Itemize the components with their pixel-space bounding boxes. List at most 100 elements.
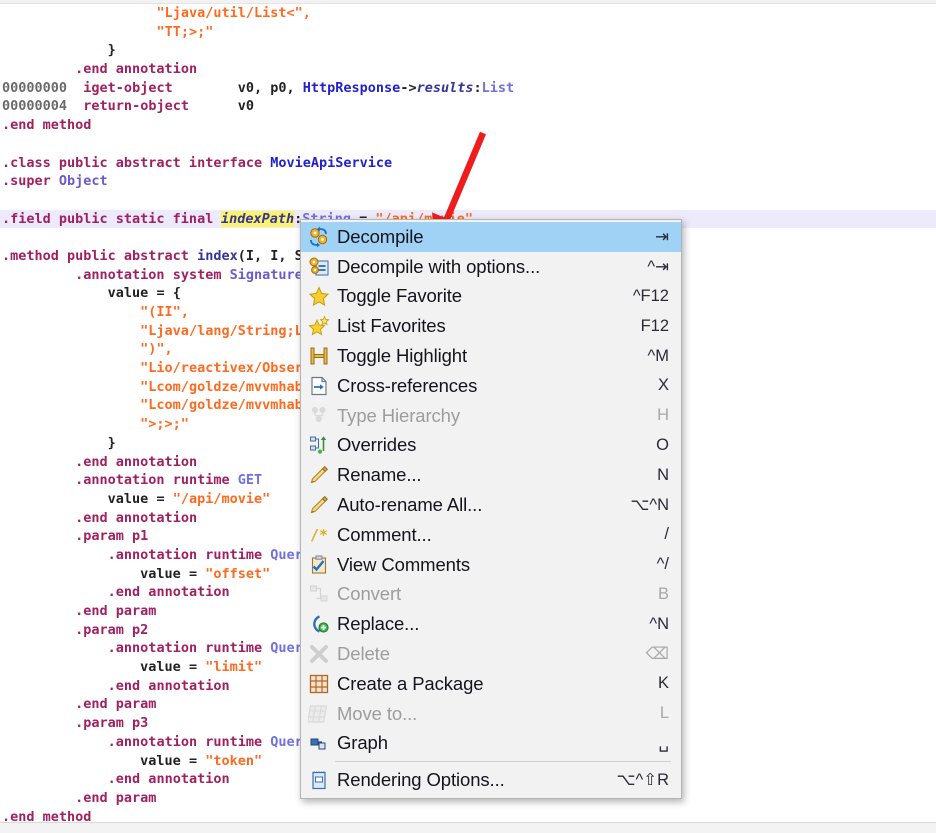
code-token: return-object bbox=[83, 98, 189, 115]
code-token: : bbox=[473, 79, 482, 96]
code-line: .super Object bbox=[0, 172, 936, 191]
menu-item-type-hierarchy: Type Hierarchy H bbox=[301, 401, 681, 431]
code-token: .field public static final bbox=[2, 210, 222, 227]
code-token: ">;>;" bbox=[140, 416, 189, 433]
menu-item-label: Auto-rename All... bbox=[337, 494, 483, 516]
code-token: .class public abstract interface bbox=[2, 154, 271, 171]
delete-icon bbox=[301, 639, 337, 669]
code-token: -> bbox=[400, 79, 417, 96]
code-token: value = bbox=[140, 752, 206, 769]
code-token: .end annotation bbox=[107, 677, 230, 694]
menu-item-replace[interactable]: Replace... ^N bbox=[301, 609, 681, 639]
code-token: .annotation runtime bbox=[75, 472, 238, 489]
code-token: v0, p0, bbox=[237, 79, 303, 96]
menu-item-decompile-with-options[interactable]: Decompile with options... ^⇥ bbox=[301, 252, 681, 282]
code-token: "token" bbox=[205, 752, 263, 769]
menu-item-shortcut: ␣ bbox=[658, 734, 669, 753]
code-token: .end param bbox=[75, 789, 157, 806]
star-list-icon bbox=[301, 311, 337, 341]
menu-item-shortcut: ^F12 bbox=[632, 286, 669, 305]
menu-item-overrides[interactable]: Overrides O bbox=[301, 431, 681, 461]
pencil-icon bbox=[301, 490, 337, 520]
decompile-icon bbox=[301, 222, 337, 252]
code-token: .annotation runtime bbox=[107, 640, 271, 657]
menu-item-cross-references[interactable]: Cross-references X bbox=[301, 371, 681, 401]
menu-item-list-favorites[interactable]: List Favorites F12 bbox=[301, 311, 681, 341]
replace-icon bbox=[301, 609, 337, 639]
code-token: value = { bbox=[107, 285, 181, 302]
highlight-icon bbox=[301, 341, 337, 371]
menu-item-shortcut: H bbox=[657, 406, 669, 425]
menu-item-label: Delete bbox=[337, 643, 390, 665]
code-token: "Ljava/util/List<", bbox=[156, 5, 311, 21]
code-token: .end method bbox=[2, 808, 92, 822]
menu-item-rendering-options[interactable]: Rendering Options... ⌥^⇧R bbox=[301, 765, 681, 795]
menu-item-shortcut: X bbox=[657, 376, 669, 395]
menu-item-create-a-package[interactable]: Create a Package K bbox=[301, 669, 681, 699]
menu-item-label: Toggle Highlight bbox=[337, 345, 468, 367]
window-bottom-edge bbox=[0, 822, 936, 833]
graph-icon bbox=[301, 729, 337, 759]
code-token: .annotation runtime bbox=[107, 546, 271, 563]
code-token: .end annotation bbox=[75, 453, 198, 470]
cross-references-icon bbox=[301, 371, 337, 401]
menu-item-decompile[interactable]: Decompile ⇥ bbox=[301, 222, 681, 252]
code-context-menu[interactable]: Decompile ⇥ Decompile with options... ^⇥ To… bbox=[300, 219, 682, 800]
menu-item-label: Overrides bbox=[337, 434, 417, 456]
code-token: "/api/movie" bbox=[172, 490, 271, 507]
code-token: .end param bbox=[75, 603, 157, 619]
code-token: value = bbox=[140, 565, 206, 582]
menu-item-comment[interactable]: /* Comment... / bbox=[301, 520, 681, 550]
code-token: .param p3 bbox=[75, 715, 149, 732]
menu-item-label: Graph bbox=[337, 732, 388, 754]
code-line: .end annotation bbox=[0, 60, 936, 79]
menu-item-view-comments[interactable]: View Comments ^/ bbox=[301, 550, 681, 580]
menu-item-graph[interactable]: Graph ␣ bbox=[301, 729, 681, 759]
menu-item-label: Toggle Favorite bbox=[337, 285, 462, 307]
code-token: .end annotation bbox=[75, 61, 198, 78]
code-line: 00000004 return-object v0 bbox=[0, 97, 936, 116]
pencil-icon bbox=[301, 460, 337, 490]
menu-item-label: View Comments bbox=[337, 553, 471, 575]
code-line: 00000000 iget-object v0, p0, HttpRespons… bbox=[0, 79, 936, 98]
menu-item-shortcut: O bbox=[656, 435, 669, 454]
code-token: v0 bbox=[237, 98, 255, 115]
menu-item-rename[interactable]: Rename... N bbox=[301, 460, 681, 490]
menu-item-toggle-favorite[interactable]: Toggle Favorite ^F12 bbox=[301, 282, 681, 312]
code-token: .end annotation bbox=[107, 584, 230, 601]
menu-item-auto-rename-all[interactable]: Auto-rename All... ⌥^N bbox=[301, 490, 681, 520]
code-token: 00000000 bbox=[2, 79, 68, 96]
menu-item-toggle-highlight[interactable]: Toggle Highlight ^M bbox=[301, 341, 681, 371]
code-line: .class public abstract interface MovieAp… bbox=[0, 154, 936, 173]
code-token: .super bbox=[2, 173, 59, 190]
menu-item-shortcut: ^/ bbox=[656, 555, 669, 574]
code-token: .param p1 bbox=[75, 528, 149, 545]
code-token: index bbox=[197, 247, 238, 264]
svg-text:/*: /* bbox=[310, 526, 328, 544]
menu-item-shortcut: F12 bbox=[640, 316, 669, 335]
code-token: Signature bbox=[229, 266, 303, 283]
code-token: List bbox=[481, 79, 515, 96]
menu-item-label: List Favorites bbox=[337, 315, 446, 337]
